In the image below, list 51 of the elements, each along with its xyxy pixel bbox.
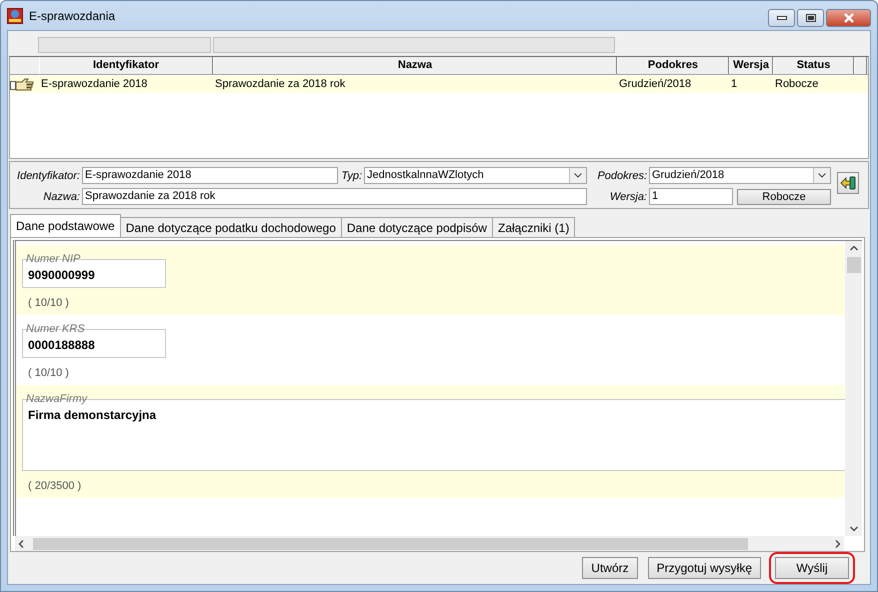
field-label: Podokres:: [596, 170, 648, 182]
period-dropdown[interactable]: Grudzień/2018: [649, 167, 831, 184]
exit-icon: [840, 176, 856, 190]
tab[interactable]: Dane podstawowe: [10, 214, 121, 237]
field-label: Typ:: [340, 170, 363, 182]
table-cell-text: 1: [730, 77, 738, 92]
minimize-button[interactable]: [768, 9, 795, 27]
field-label: Nazwa:: [42, 190, 81, 202]
column-header[interactable]: Podokres: [617, 57, 729, 74]
tab[interactable]: Dane dotyczące podatku dochodowego: [120, 217, 342, 237]
app-icon: [7, 8, 23, 24]
filter-field[interactable]: [38, 37, 211, 53]
minimize-icon: [776, 16, 786, 20]
vertical-scrollbar[interactable]: [845, 241, 862, 536]
column-header[interactable]: Wersja: [729, 57, 773, 74]
column-header[interactable]: Nazwa: [213, 57, 617, 74]
scroll-thumb[interactable]: [33, 538, 748, 550]
tab[interactable]: Dane dotyczące podpisów: [340, 217, 493, 237]
action-button[interactable]: Utwórz: [582, 557, 638, 579]
exit-button[interactable]: [837, 172, 859, 194]
window-title: E-sprawozdania: [29, 8, 116, 22]
column-header[interactable]: Identyfikator: [39, 57, 213, 74]
send-button[interactable]: Wyślij: [775, 557, 849, 579]
table-cell-text: Robocze: [774, 77, 820, 92]
input-field[interactable]: E-sprawozdanie 2018: [82, 167, 338, 184]
table-cell-text: Grudzień/2018: [618, 77, 692, 92]
close-button[interactable]: [826, 9, 871, 27]
character-counter: ( 10/10 ): [28, 367, 70, 379]
table-cell-text: Sprawozdanie za 2018 rok: [214, 77, 346, 92]
maximize-icon: [806, 14, 816, 22]
status-button[interactable]: Robocze: [737, 188, 831, 204]
table-cell-text: E-sprawozdanie 2018: [40, 77, 148, 92]
input-field[interactable]: Sprawozdanie za 2018 rok: [82, 188, 587, 205]
type-dropdown[interactable]: JednostkalnnaWZlotych: [364, 167, 587, 184]
close-icon: [842, 13, 854, 23]
chevron-down-icon: [574, 173, 582, 178]
scroll-thumb[interactable]: [846, 257, 860, 273]
column-header[interactable]: Status: [773, 57, 854, 74]
table-row[interactable]: E-sprawozdanie 2018 Sprawozdanie za 2018 rok Grudzień/2018 1 Robocze: [10, 76, 868, 93]
action-button[interactable]: Przygotuj wysyłkę: [648, 557, 761, 579]
field-label: Wersja:: [608, 190, 648, 202]
chevron-down-icon: [818, 173, 826, 178]
field-label: Identyfikator:: [16, 170, 81, 182]
filter-field[interactable]: [213, 37, 615, 53]
character-counter: ( 20/3500 ): [28, 480, 82, 492]
maximize-button[interactable]: [797, 9, 824, 27]
input-field[interactable]: 1: [649, 188, 733, 205]
header-filler: [854, 57, 867, 74]
tab[interactable]: Załączniki (1): [492, 217, 576, 237]
horizontal-scrollbar[interactable]: [15, 536, 844, 551]
character-counter: ( 10/10 ): [28, 297, 70, 309]
